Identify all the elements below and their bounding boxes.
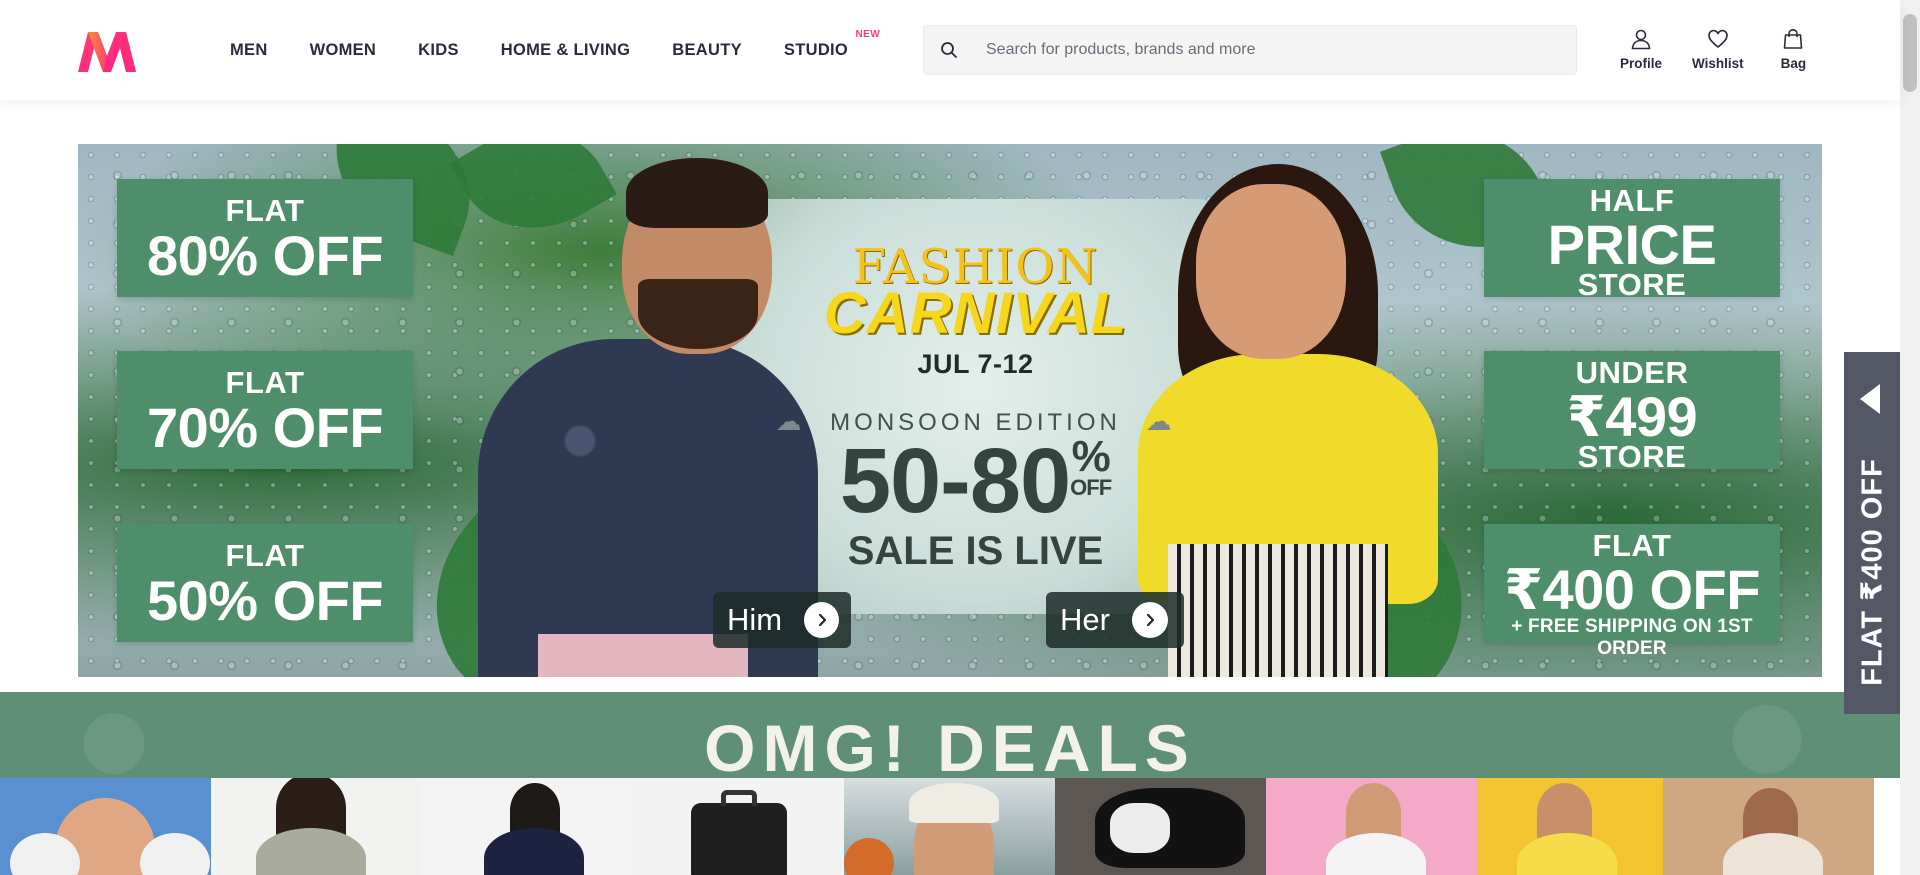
bag-button[interactable]: Bag bbox=[1780, 28, 1807, 71]
offer-big-text: ₹400 OFF bbox=[1504, 558, 1760, 621]
nav-women[interactable]: WOMEN bbox=[310, 41, 377, 60]
heart-icon bbox=[1708, 29, 1728, 49]
event-title-line2: CARNIVAL bbox=[823, 281, 1128, 346]
offer-flat-80[interactable]: FLAT 80% OFF bbox=[117, 179, 413, 297]
product-image bbox=[1326, 833, 1426, 875]
shop-her-label: Her bbox=[1060, 602, 1110, 637]
discount-off-label: OFF bbox=[1070, 475, 1112, 500]
discount-range: 50-80% OFF bbox=[723, 429, 1228, 534]
product-image bbox=[1110, 803, 1170, 853]
profile-label: Profile bbox=[1620, 56, 1663, 71]
sale-status: SALE IS LIVE bbox=[847, 529, 1104, 573]
offer-flat-70[interactable]: FLAT 70% OFF bbox=[117, 351, 413, 469]
product-tile[interactable] bbox=[1663, 778, 1874, 875]
offer-flat-400[interactable]: FLAT ₹400 OFF + FREE SHIPPING ON 1ST ORD… bbox=[1484, 524, 1780, 659]
product-image bbox=[691, 803, 787, 875]
product-image bbox=[909, 783, 999, 823]
wishlist-label: Wishlist bbox=[1692, 56, 1744, 71]
offer-big-text: 70% OFF bbox=[146, 396, 384, 459]
offer-big-text: PRICE bbox=[1547, 213, 1717, 276]
nav-men[interactable]: MEN bbox=[230, 41, 268, 60]
offer-under-499-store[interactable]: UNDER ₹499 STORE bbox=[1484, 351, 1780, 474]
myntra-logo[interactable] bbox=[76, 30, 138, 74]
search-input[interactable] bbox=[986, 41, 1556, 59]
page-scrollbar[interactable] bbox=[1900, 0, 1920, 875]
discount-percent-sign: % bbox=[1071, 432, 1111, 481]
main-nav: MEN WOMEN KIDS HOME & LIVING BEAUTY STUD… bbox=[230, 0, 890, 100]
nav-home-living[interactable]: HOME & LIVING bbox=[501, 41, 631, 60]
nav-beauty[interactable]: BEAUTY bbox=[672, 41, 742, 60]
wishlist-button[interactable]: Wishlist bbox=[1692, 28, 1744, 71]
shop-him-label: Him bbox=[727, 602, 783, 637]
product-image bbox=[1517, 833, 1617, 875]
event-dates: JUL 7-12 bbox=[917, 349, 1034, 379]
product-image bbox=[484, 828, 584, 875]
product-tile[interactable] bbox=[1477, 778, 1663, 875]
nav-studio-label: STUDIO bbox=[783, 40, 849, 59]
product-tile[interactable] bbox=[633, 778, 844, 875]
search-icon[interactable] bbox=[924, 26, 974, 74]
hero-banner[interactable]: FLAT 80% OFF FLAT 70% OFF FLAT 50% OFF H… bbox=[78, 144, 1822, 677]
new-badge: NEW bbox=[855, 28, 881, 40]
product-image bbox=[1723, 833, 1823, 875]
product-image bbox=[844, 838, 894, 875]
header-actions: Profile Wishlist Bag bbox=[1620, 28, 1806, 71]
profile-icon bbox=[1631, 29, 1651, 50]
discount-range-value: 50-80 bbox=[839, 430, 1071, 532]
nav-kids[interactable]: KIDS bbox=[418, 41, 459, 60]
offer-flat-50[interactable]: FLAT 50% OFF bbox=[117, 524, 413, 642]
product-tile[interactable] bbox=[211, 778, 422, 875]
product-image bbox=[721, 790, 757, 806]
product-image bbox=[256, 828, 366, 875]
offer-half-price-store[interactable]: HALF PRICE STORE bbox=[1484, 179, 1780, 302]
arrow-right-icon bbox=[1131, 602, 1168, 638]
nav-studio[interactable]: STUDIO NEW bbox=[783, 29, 880, 60]
product-tile[interactable] bbox=[844, 778, 1055, 875]
offer-bottom-text: STORE bbox=[1577, 267, 1687, 302]
product-tile[interactable] bbox=[422, 778, 633, 875]
omg-deals-banner[interactable]: OMG! DEALS bbox=[0, 692, 1900, 785]
deals-title: OMG! DEALS bbox=[704, 711, 1196, 785]
offer-bottom-text: STORE bbox=[1577, 439, 1687, 474]
profile-button[interactable]: Profile bbox=[1620, 28, 1662, 71]
side-offer-tab[interactable]: FLAT ₹400 OFF bbox=[1844, 352, 1900, 714]
shop-her-button[interactable]: Her bbox=[1046, 592, 1184, 648]
bag-label: Bag bbox=[1780, 56, 1807, 71]
product-tile[interactable] bbox=[0, 778, 211, 875]
offer-big-text: ₹499 bbox=[1566, 385, 1698, 448]
offer-big-text: 80% OFF bbox=[146, 224, 384, 287]
discount-suffix: % OFF bbox=[1070, 435, 1112, 500]
scrollbar-thumb[interactable] bbox=[1903, 14, 1917, 92]
collapse-arrow-icon[interactable] bbox=[1860, 384, 1880, 414]
product-tile[interactable] bbox=[1266, 778, 1477, 875]
bag-icon bbox=[1784, 28, 1803, 49]
product-tile[interactable] bbox=[1055, 778, 1266, 875]
arrow-right-icon bbox=[804, 602, 839, 638]
search-bar[interactable] bbox=[923, 25, 1577, 75]
offer-big-text: 50% OFF bbox=[146, 569, 384, 632]
top-header: MEN WOMEN KIDS HOME & LIVING BEAUTY STUD… bbox=[0, 0, 1900, 100]
deal-product-tiles bbox=[0, 778, 1900, 875]
side-offer-label: FLAT ₹400 OFF bbox=[1856, 458, 1889, 686]
shop-him-button[interactable]: Him bbox=[713, 592, 851, 648]
offer-bottom-text: + FREE SHIPPING ON 1ST ORDER bbox=[1511, 616, 1753, 659]
